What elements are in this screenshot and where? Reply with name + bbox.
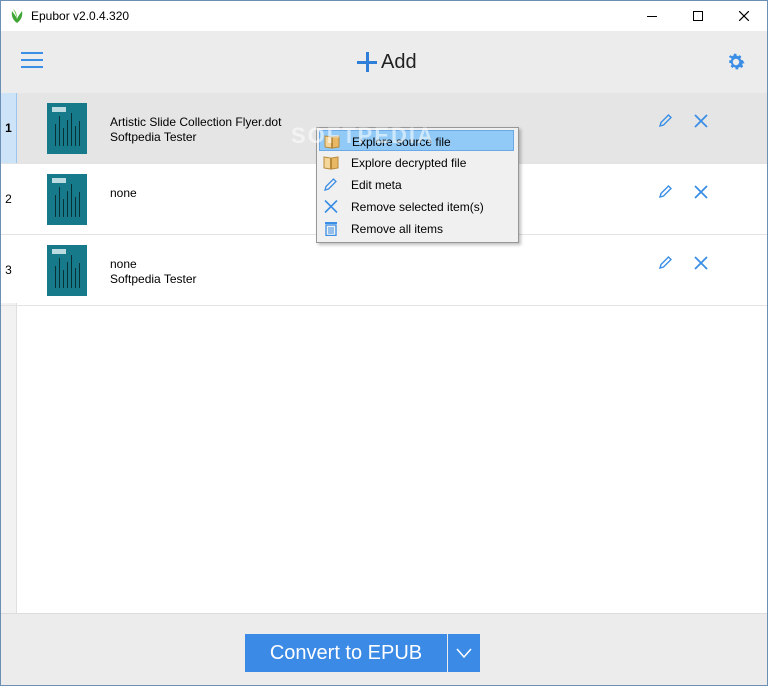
book-icon [323, 156, 339, 170]
book-row[interactable]: 3 none Softpedia Tester [1, 235, 767, 306]
close-icon [739, 11, 749, 21]
menu-item-label: Remove selected item(s) [351, 200, 484, 214]
menu-item-label: Edit meta [351, 178, 402, 192]
trash-icon [325, 222, 337, 236]
add-button[interactable]: Add [357, 49, 417, 75]
convert-button[interactable]: Convert to EPUB [245, 634, 447, 672]
book-cover [47, 103, 87, 154]
book-icon [324, 135, 340, 149]
context-menu: Explore source file Explore decrypted fi… [316, 127, 519, 243]
chevron-down-icon [456, 648, 472, 659]
close-button[interactable] [721, 1, 767, 31]
row-number: 1 [1, 93, 17, 163]
hamburger-icon[interactable] [21, 52, 43, 72]
book-author: Softpedia Tester [110, 130, 197, 144]
book-title: none [110, 257, 137, 271]
minimize-button[interactable] [629, 1, 675, 31]
x-icon [324, 199, 338, 214]
remove-x-icon[interactable] [693, 255, 709, 271]
row-number-gutter [1, 303, 17, 613]
menu-item-explore-source[interactable]: Explore source file [319, 130, 514, 151]
gear-icon[interactable] [725, 51, 747, 73]
menu-item-label: Explore decrypted file [351, 156, 467, 170]
minimize-icon [647, 16, 657, 17]
window-title: Epubor v2.0.4.320 [31, 9, 130, 23]
book-cover [47, 174, 87, 225]
title-bar: Epubor v2.0.4.320 [1, 1, 767, 31]
menu-item-label: Remove all items [351, 222, 444, 236]
remove-x-icon[interactable] [693, 113, 709, 129]
menu-item-label: Explore source file [352, 135, 451, 149]
app-logo-icon [11, 9, 23, 23]
pencil-icon [324, 178, 337, 191]
maximize-icon [693, 11, 703, 21]
menu-item-explore-decrypted[interactable]: Explore decrypted file [319, 152, 514, 173]
add-label: Add [381, 50, 417, 73]
maximize-button[interactable] [675, 1, 721, 31]
remove-x-icon[interactable] [693, 184, 709, 200]
convert-dropdown-button[interactable] [448, 634, 480, 672]
book-author: Softpedia Tester [110, 272, 197, 286]
edit-pencil-icon[interactable] [657, 184, 673, 200]
toolbar: Add [1, 31, 767, 93]
book-title: none [110, 186, 137, 200]
menu-item-remove-selected[interactable]: Remove selected item(s) [319, 196, 514, 217]
row-number: 2 [5, 192, 12, 206]
footer: Convert to EPUB [1, 613, 767, 685]
edit-pencil-icon[interactable] [657, 113, 673, 129]
edit-pencil-icon[interactable] [657, 255, 673, 271]
menu-item-remove-all[interactable]: Remove all items [319, 218, 514, 239]
book-title: Artistic Slide Collection Flyer.dot [110, 115, 282, 129]
app-window: Epubor v2.0.4.320 Add 1 Artistic Slide C… [0, 0, 768, 686]
row-number: 3 [5, 263, 12, 277]
menu-item-edit-meta[interactable]: Edit meta [319, 174, 514, 195]
plus-icon [357, 52, 377, 72]
book-cover [47, 245, 87, 296]
